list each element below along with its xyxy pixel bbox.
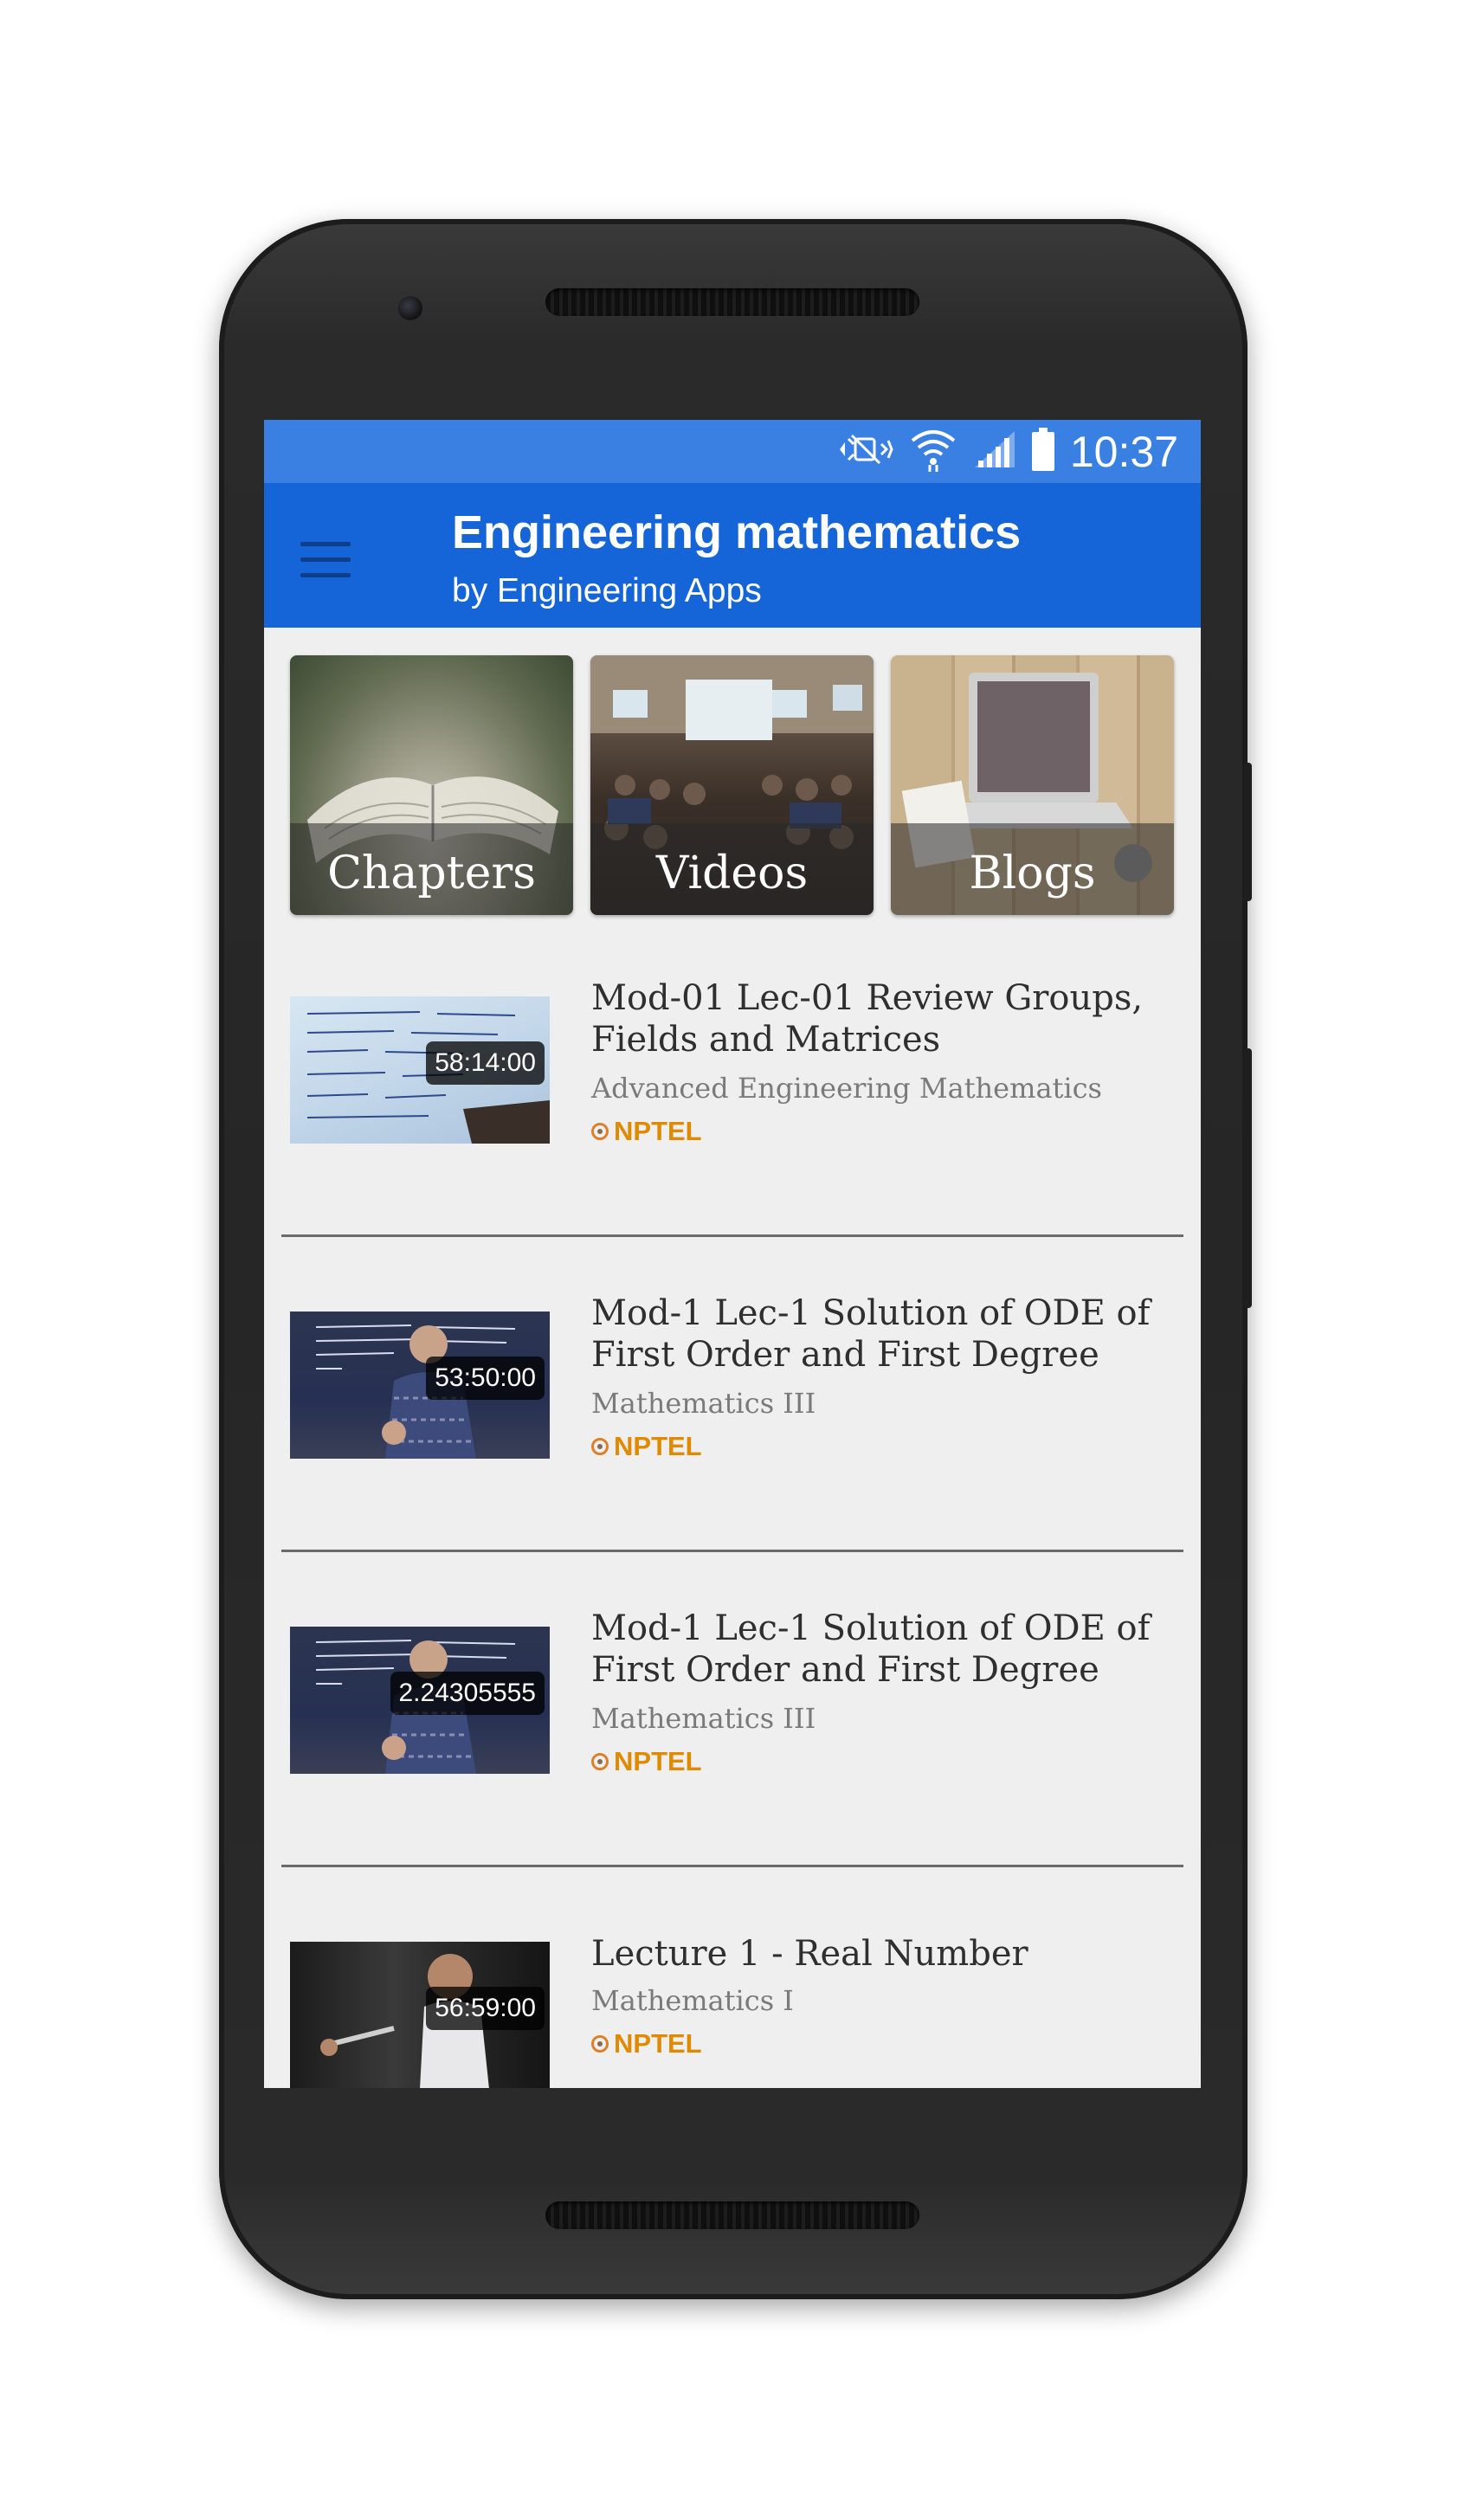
battery-icon [1031, 428, 1054, 475]
bottom-speaker [545, 2201, 919, 2229]
video-source: NPTEL [591, 1431, 702, 1462]
app-subtitle: by Engineering Apps [452, 572, 762, 609]
nptel-logo-icon [591, 1753, 609, 1770]
video-card[interactable]: 58:14:00 Mod-01 Lec-01 Review Groups, Fi… [264, 957, 1201, 1272]
volume-button [1243, 1048, 1252, 1308]
hamburger-menu-icon[interactable] [300, 542, 351, 578]
video-source-label: NPTEL [614, 2028, 702, 2059]
tile-label-videos: Videos [655, 848, 809, 899]
video-source: NPTEL [591, 1116, 702, 1147]
video-title: Mod-01 Lec-01 Review Groups, Fields and … [591, 978, 1144, 1060]
status-time: 10:37 [1069, 427, 1178, 476]
nptel-logo-icon [591, 2035, 609, 2053]
app-bar: Engineering mathematics by Engineering A… [264, 483, 1201, 628]
divider [281, 1865, 1183, 1867]
video-card[interactable]: 56:59:00 Lecture 1 - Real Number Mathema… [264, 1902, 1201, 2088]
video-thumbnail: 56:59:00 [290, 1942, 550, 2088]
divider [281, 1234, 1183, 1237]
video-course: Mathematics III [591, 1702, 816, 1735]
video-source-label: NPTEL [614, 1116, 702, 1146]
video-course: Advanced Engineering Mathematics [591, 1072, 1102, 1105]
video-thumbnail: 58:14:00 [290, 996, 550, 1144]
top-speaker [545, 288, 919, 316]
video-duration: 53:50:00 [426, 1357, 545, 1400]
signal-icon [973, 429, 1016, 474]
video-thumbnail: 2.24305555 [290, 1627, 550, 1774]
video-duration: 56:59:00 [426, 1987, 545, 2030]
screen: 10:37 Engineering mathematics by Enginee… [264, 420, 1201, 2088]
video-thumbnail: 53:50:00 [290, 1312, 550, 1459]
front-camera [398, 296, 422, 320]
tile-chapters[interactable]: Chapters [290, 655, 573, 915]
app-title: Engineering mathematics [452, 506, 1022, 558]
video-title: Lecture 1 - Real Number [591, 1934, 1028, 1974]
tile-label-blogs: Blogs [969, 848, 1096, 899]
wifi-icon [909, 427, 957, 476]
video-source-label: NPTEL [614, 1431, 702, 1461]
nptel-logo-icon [591, 1123, 609, 1140]
mute-icon [836, 430, 893, 473]
power-button [1243, 763, 1252, 901]
divider [281, 1550, 1183, 1552]
video-source: NPTEL [591, 1746, 702, 1777]
tile-videos[interactable]: Videos [590, 655, 874, 915]
video-source: NPTEL [591, 2028, 702, 2059]
status-bar: 10:37 [264, 420, 1201, 483]
tile-blogs[interactable]: Blogs [891, 655, 1174, 915]
video-title: Mod-1 Lec-1 Solution of ODE of First Ord… [591, 1608, 1151, 1690]
video-card[interactable]: 53:50:00 Mod-1 Lec-1 Solution of ODE of … [264, 1272, 1201, 1587]
video-course: Mathematics III [591, 1387, 816, 1420]
video-course: Mathematics I [591, 1984, 794, 2017]
video-title: Mod-1 Lec-1 Solution of ODE of First Ord… [591, 1293, 1151, 1375]
video-source-label: NPTEL [614, 1746, 702, 1776]
video-duration: 2.24305555 [390, 1672, 545, 1715]
tile-label-chapters: Chapters [327, 848, 536, 899]
video-card[interactable]: 2.24305555 Mod-1 Lec-1 Solution of ODE o… [264, 1587, 1201, 1902]
video-duration: 58:14:00 [426, 1041, 545, 1085]
nptel-logo-icon [591, 1438, 609, 1455]
